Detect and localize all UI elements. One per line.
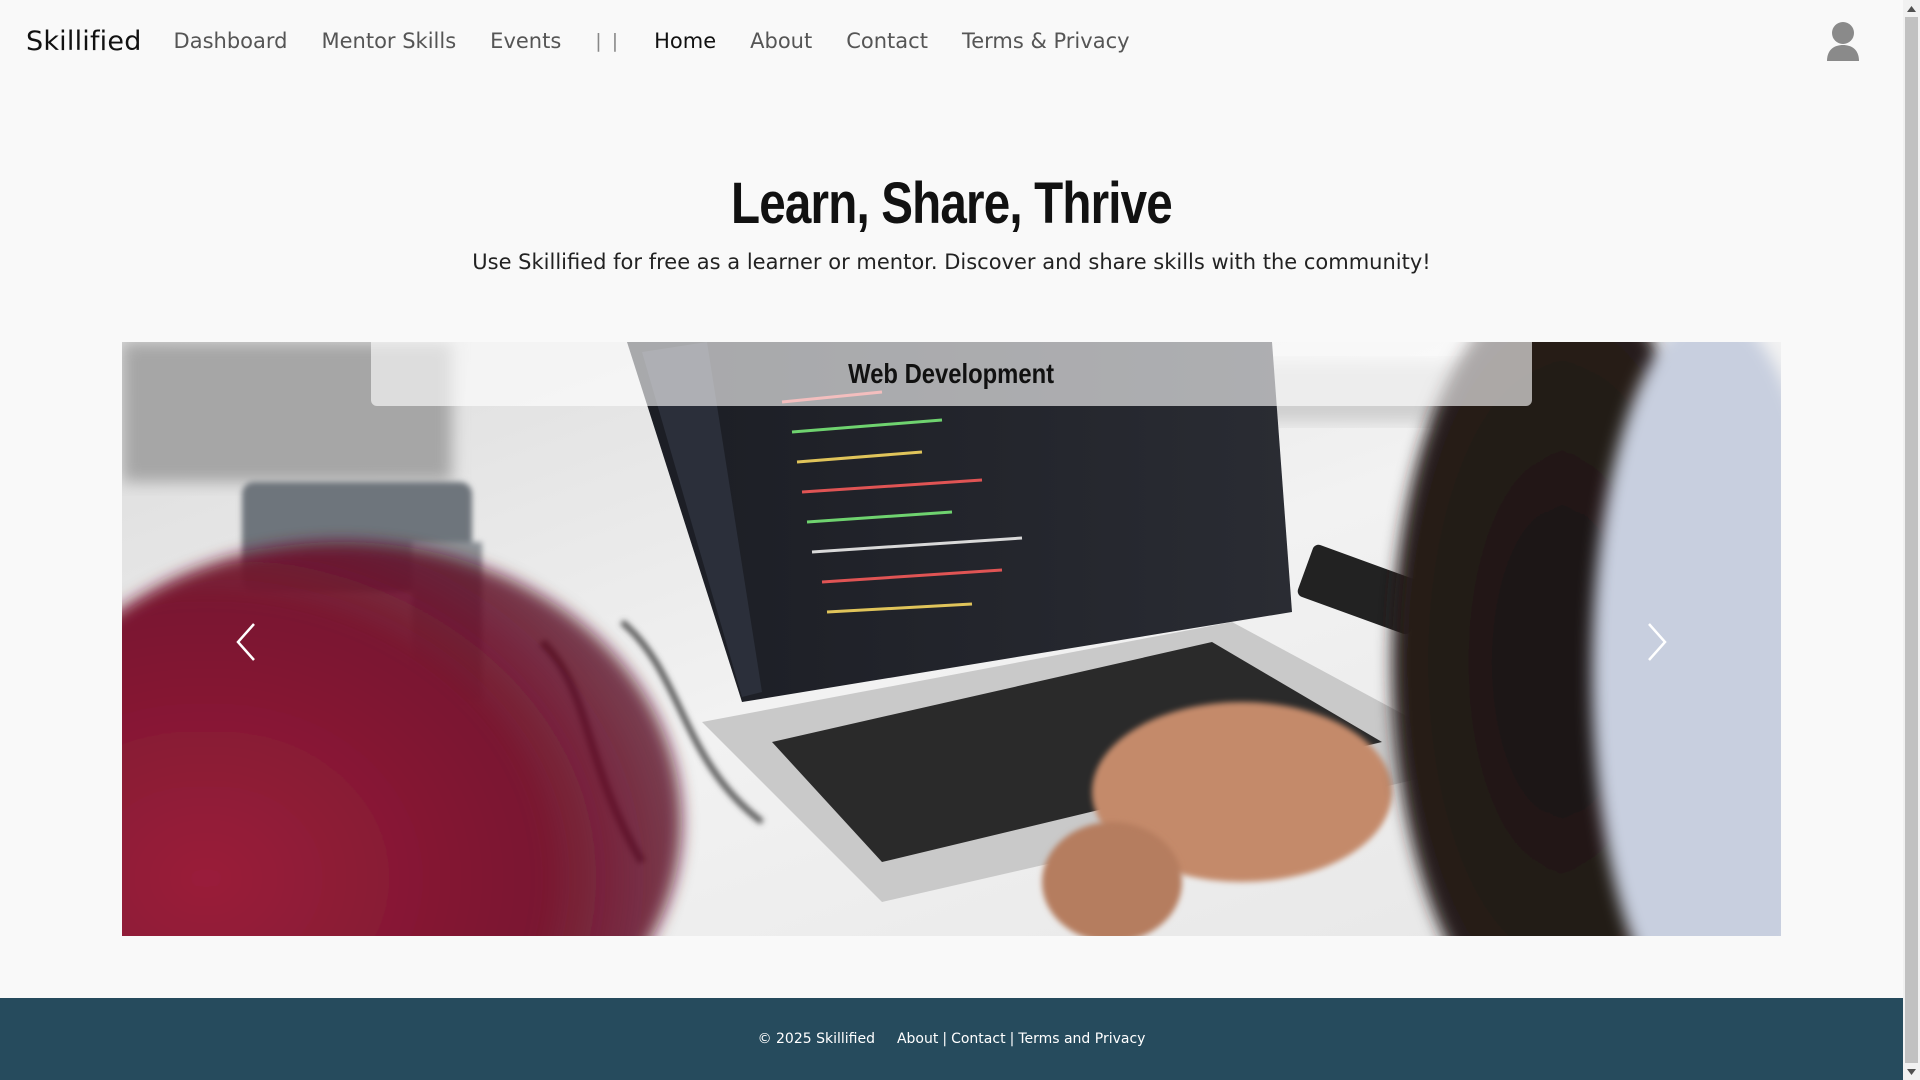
footer-separator: | bbox=[1009, 1031, 1015, 1047]
page: Skillified Dashboard Mentor Skills Event… bbox=[0, 0, 1920, 1080]
nav-link-dashboard[interactable]: Dashboard bbox=[174, 29, 288, 53]
footer-link-contact[interactable]: Contact bbox=[951, 1031, 1005, 1047]
hero-title: Learn, Share, Thrive bbox=[731, 171, 1173, 236]
nav-link-about[interactable]: About bbox=[750, 29, 812, 53]
scrollbar-thumb[interactable] bbox=[1905, 17, 1918, 1063]
scroll-down-arrow-icon[interactable] bbox=[1903, 1063, 1920, 1080]
top-navbar: Skillified Dashboard Mentor Skills Event… bbox=[0, 0, 1903, 82]
slide-image-laptop-coding bbox=[122, 342, 1781, 936]
nav-link-mentor-skills[interactable]: Mentor Skills bbox=[321, 29, 456, 53]
nav-link-terms-privacy[interactable]: Terms & Privacy bbox=[962, 29, 1130, 53]
hero-subtitle: Use Skillified for free as a learner or … bbox=[472, 250, 1431, 274]
footer-link-terms-privacy[interactable]: Terms and Privacy bbox=[1018, 1031, 1145, 1047]
brand-logo[interactable]: Skillified bbox=[26, 26, 142, 57]
skills-carousel[interactable]: Web Development bbox=[122, 342, 1781, 936]
chevron-left-icon bbox=[236, 623, 255, 661]
vertical-scrollbar[interactable] bbox=[1903, 0, 1920, 1080]
nav-link-home[interactable]: Home bbox=[654, 29, 716, 53]
slide-caption: Web Development bbox=[371, 342, 1532, 406]
nav-link-events[interactable]: Events bbox=[490, 29, 561, 53]
user-avatar-icon[interactable] bbox=[1825, 21, 1861, 61]
chevron-right-icon bbox=[1648, 623, 1667, 661]
carousel-next-button[interactable] bbox=[1637, 612, 1677, 672]
slide-caption-text: Web Development bbox=[848, 358, 1055, 389]
scroll-up-arrow-icon[interactable] bbox=[1903, 0, 1920, 17]
footer-copyright: © 2025 Skillified bbox=[757, 1031, 875, 1047]
carousel-prev-button[interactable] bbox=[226, 612, 266, 672]
nav-link-contact[interactable]: Contact bbox=[846, 29, 928, 53]
nav-separator: | | bbox=[595, 30, 621, 52]
footer-separator: | bbox=[942, 1031, 948, 1047]
footer-link-about[interactable]: About bbox=[897, 1031, 938, 1047]
site-footer: © 2025 Skillified About | Contact | Term… bbox=[0, 998, 1903, 1080]
